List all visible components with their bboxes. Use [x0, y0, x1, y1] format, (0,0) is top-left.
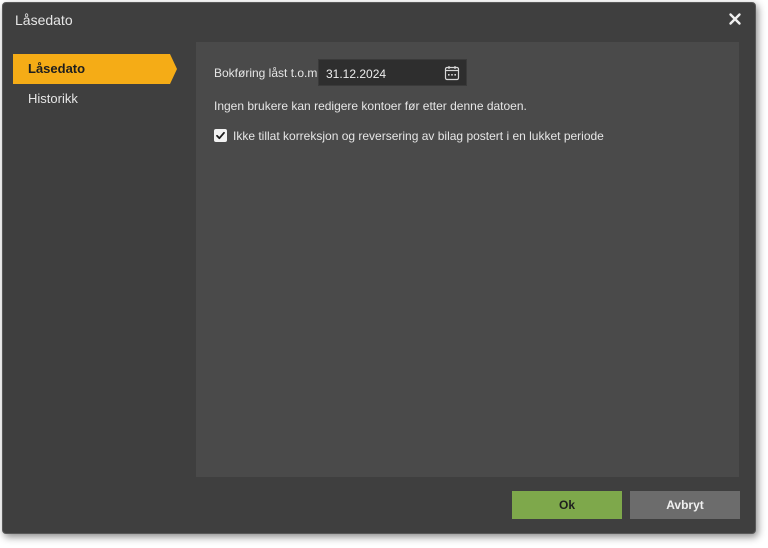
date-field[interactable]: 31.12.2024: [318, 59, 467, 86]
sidebar-item-lock-date[interactable]: Låsedato: [13, 54, 177, 84]
lock-corrections-label[interactable]: Ikke tillat korreksjon og reversering av…: [233, 129, 604, 143]
ok-button[interactable]: Ok: [512, 491, 622, 519]
dialog-title: Låsedato: [15, 12, 73, 28]
date-value: 31.12.2024: [326, 67, 387, 81]
calendar-icon[interactable]: [444, 65, 460, 86]
settings-panel: Bokføring låst t.o.m 31.12.2024 Ingen br…: [196, 42, 739, 477]
info-text: Ingen brukere kan redigere kontoer før e…: [214, 99, 527, 113]
cancel-button[interactable]: Avbryt: [630, 491, 740, 519]
checkmark-icon: [216, 131, 225, 140]
sidebar-item-history[interactable]: Historikk: [13, 84, 78, 114]
lock-date-dialog: Låsedato Låsedato Historikk Bokføring lå…: [2, 2, 756, 534]
date-label: Bokføring låst t.o.m: [214, 66, 318, 80]
close-icon[interactable]: [727, 11, 743, 27]
lock-corrections-checkbox[interactable]: [214, 129, 227, 142]
